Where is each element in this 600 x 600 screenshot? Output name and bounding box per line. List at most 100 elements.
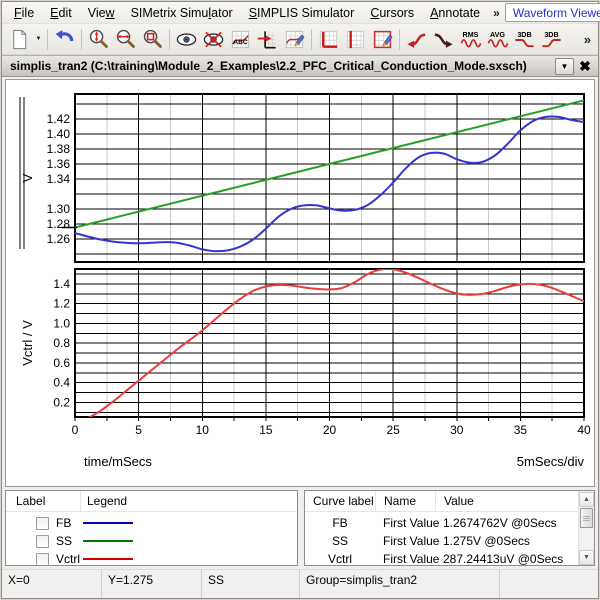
average-button[interactable]: AVG	[484, 26, 511, 52]
edit-graph-button[interactable]	[281, 26, 308, 52]
status-bar: X=0Y=1.275SSGroup=simplis_tran2	[2, 569, 598, 598]
menu-item-simplis-simulator[interactable]: SIMPLIS Simulator	[241, 4, 363, 22]
y-tick-label: 0.8	[53, 336, 70, 350]
legend-row-fb[interactable]: FB	[6, 514, 297, 532]
zoom-vertical-icon	[87, 28, 110, 51]
measurement-name: First Value	[375, 552, 435, 566]
scroll-up-icon[interactable]: ▲	[579, 492, 594, 507]
toolbar-separator	[311, 29, 312, 50]
values-column-curve-label[interactable]: Curve label	[305, 491, 375, 511]
db-low-label: 3DB	[517, 31, 531, 39]
abc-label: ABC	[233, 38, 248, 45]
menu-item-simetrix-simulator[interactable]: SIMetrix Simulator	[123, 4, 241, 22]
rms-label: RMS	[463, 31, 479, 39]
viewer-selector-value: Waveform Viewer	[506, 6, 600, 20]
legend-row-ss[interactable]: SS	[6, 532, 297, 550]
y-axis-label: Vctrl / V	[20, 320, 35, 366]
scrollbar-thumb[interactable]	[580, 508, 593, 528]
lowpass-3db-button[interactable]: 3DB	[511, 26, 538, 52]
undo-icon	[53, 28, 76, 51]
hide-curve-button[interactable]	[200, 26, 227, 52]
menu-item-cursors[interactable]: Cursors	[362, 4, 422, 22]
lowpass-3db-icon: 3DB	[513, 28, 536, 51]
menu-item-edit[interactable]: Edit	[42, 4, 80, 22]
legend-rows: FBSSVctrl	[6, 514, 297, 566]
y-tick-label: 1.30	[47, 202, 71, 216]
y-tick-label: 1.36	[47, 157, 71, 171]
add-vertical-line-icon	[344, 28, 367, 51]
previous-placement-button[interactable]	[403, 26, 430, 52]
toolbar-separator	[81, 29, 82, 50]
values-column-name[interactable]: Name	[375, 491, 435, 511]
status-y-readout: Y=1.275	[102, 570, 202, 598]
highpass-3db-button[interactable]: 3DB	[538, 26, 565, 52]
next-placement-button[interactable]	[430, 26, 457, 52]
graph-area[interactable]: 1.261.281.301.341.361.381.401.42V0.20.40…	[5, 79, 595, 487]
edit-grid-button[interactable]	[369, 26, 396, 52]
menu-item-annotate[interactable]: Annotate	[422, 4, 488, 22]
zoom-area-button[interactable]	[139, 26, 166, 52]
toolbar-separator	[169, 29, 170, 50]
y-tick-label: 0.2	[53, 395, 70, 409]
y-tick-label: 1.38	[47, 142, 71, 156]
new-graph-button[interactable]	[6, 26, 33, 52]
viewer-selector[interactable]: Waveform Viewer ▼	[505, 3, 600, 22]
add-vertical-line-button[interactable]	[342, 26, 369, 52]
curve-measurement-row[interactable]: FBFirst Value1.2674762V @0Secs	[305, 514, 578, 532]
curve-visibility-checkbox[interactable]	[36, 517, 49, 530]
curve-color-swatch	[83, 522, 133, 524]
label-curve-icon: ABC	[229, 28, 252, 51]
rms-button[interactable]: RMS	[457, 26, 484, 52]
toolbar-overflow-chevron[interactable]: »	[584, 32, 594, 47]
window-menu-button[interactable]: ▼	[555, 58, 574, 75]
new-graph-dropdown[interactable]: ▼	[33, 26, 44, 52]
legend-row-vctrl[interactable]: Vctrl	[6, 550, 297, 566]
scroll-down-icon[interactable]: ▼	[579, 550, 594, 565]
measurement-value: 1.2674762V @0Secs	[435, 516, 578, 530]
x-tick-label: 0	[72, 423, 79, 437]
status-group-readout: Group=simplis_tran2	[300, 570, 500, 598]
plot-vctrl-v: 0.20.40.60.81.01.21.4Vctrl / V0510152025…	[20, 269, 591, 469]
waveform-plot[interactable]: 1.261.281.301.341.361.381.401.42V0.20.40…	[6, 80, 596, 486]
curve-measurement-row[interactable]: VctrlFirst Value287.24413uV @0Secs	[305, 550, 578, 566]
move-to-axis-button[interactable]	[254, 26, 281, 52]
menu-item-view[interactable]: View	[80, 4, 123, 22]
curve-visibility-checkbox[interactable]	[36, 535, 49, 548]
add-axis-button[interactable]	[315, 26, 342, 52]
y-tick-label: 0.6	[53, 356, 70, 370]
status-extra	[500, 570, 598, 598]
menu-overflow-chevron[interactable]: »	[488, 6, 505, 20]
menu-items: FileEditViewSIMetrix SimulatorSIMPLIS Si…	[6, 4, 488, 22]
menu-item-file[interactable]: File	[6, 4, 42, 22]
plot-v: 1.261.281.301.341.361.381.401.42V	[20, 94, 584, 262]
y-tick-label: 1.42	[47, 112, 71, 126]
toolbar-separator	[399, 29, 400, 50]
edit-graph-icon	[283, 28, 306, 51]
x-tick-label: 5	[135, 423, 142, 437]
new-document-icon	[8, 28, 31, 51]
curve-visibility-checkbox[interactable]	[36, 553, 49, 566]
y-tick-label: 1.26	[47, 232, 71, 246]
legend-column-label[interactable]: Label	[6, 491, 80, 511]
measurement-name: First Value	[375, 516, 435, 530]
undo-button[interactable]	[51, 26, 78, 52]
legend-column-legend[interactable]: Legend	[80, 491, 297, 511]
zoom-vertical-button[interactable]	[85, 26, 112, 52]
values-scrollbar[interactable]: ▲ ▼	[578, 491, 594, 565]
zoom-horizontal-button[interactable]	[112, 26, 139, 52]
show-curve-button[interactable]	[173, 26, 200, 52]
values-header: Curve label Name Value	[305, 491, 578, 512]
waveform-viewer-window: FileEditViewSIMetrix SimulatorSIMPLIS Si…	[1, 1, 599, 599]
curve-measurement-row[interactable]: SSFirst Value1.275V @0Secs	[305, 532, 578, 550]
measurement-curve-label: FB	[305, 516, 375, 530]
curve-arrow-left-icon	[405, 28, 428, 51]
x-tick-label: 10	[196, 423, 210, 437]
measurement-value: 287.24413uV @0Secs	[435, 552, 578, 566]
label-curve-button[interactable]: ABC	[227, 26, 254, 52]
close-icon[interactable]: ✖	[575, 57, 595, 75]
curve-color-swatch	[83, 540, 133, 542]
values-column-value[interactable]: Value	[435, 491, 578, 511]
move-to-axis-icon	[256, 28, 279, 51]
db-high-label: 3DB	[544, 31, 558, 39]
x-tick-label: 25	[386, 423, 400, 437]
